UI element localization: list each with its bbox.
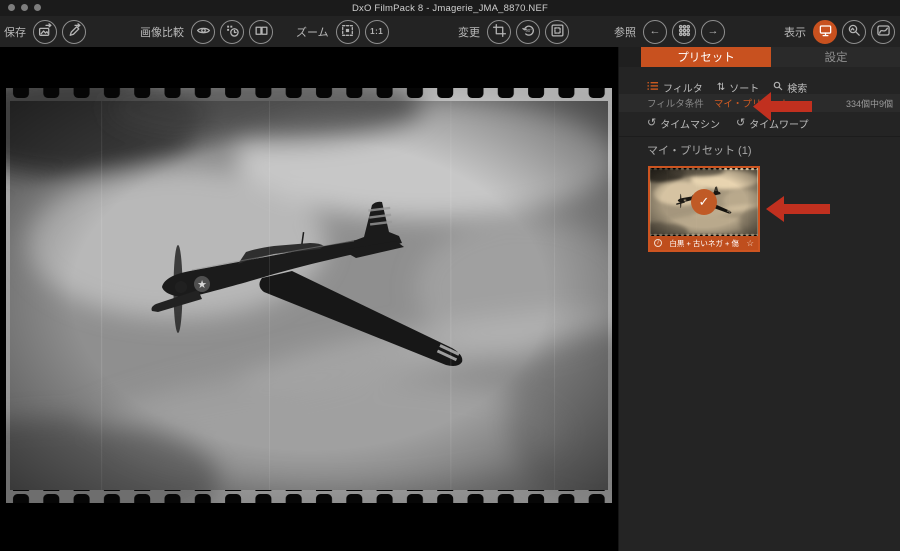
favorite-star-icon[interactable]: ☆	[746, 239, 754, 248]
crop-icon	[492, 23, 507, 41]
frame-button[interactable]	[545, 20, 569, 44]
check-icon: ✓	[699, 194, 710, 210]
time-tools-row: ↺ タイムマシン ↺ タイムワープ	[647, 115, 808, 131]
zoom-group: ズーム 1:1	[296, 16, 389, 47]
browse-group: 参照 ← →	[614, 16, 725, 47]
window-title: DxO FilmPack 8 - Jmagerie_JMA_8870.NEF	[352, 3, 548, 14]
svg-text:90°: 90°	[525, 28, 532, 33]
crop-button[interactable]	[487, 20, 511, 44]
zoom-fit-button[interactable]	[336, 20, 360, 44]
one-to-one-icon: 1:1	[370, 27, 383, 36]
search-icon	[773, 81, 783, 94]
filter-condition-row: フィルタ条件 マイ・プリセット 334個中9個	[619, 94, 900, 112]
modify-group-label: 変更	[458, 24, 480, 40]
search-button[interactable]: 検索	[773, 80, 807, 95]
filter-result-count: 334個中9個	[846, 97, 893, 110]
monitor-icon	[818, 23, 833, 41]
search-label: 検索	[787, 80, 807, 95]
minimize-window-button[interactable]	[21, 4, 28, 11]
title-bar: DxO FilmPack 8 - Jmagerie_JMA_8870.NEF	[0, 0, 900, 16]
filter-list-icon	[647, 81, 659, 94]
loupe-icon	[847, 23, 862, 41]
eye-icon	[196, 23, 211, 41]
display-group-label: 表示	[784, 24, 806, 40]
filter-condition-label: フィルタ条件	[647, 96, 704, 110]
preset-card[interactable]: ✓ i 白黒 + 古いネガ + 傷 ☆	[648, 166, 760, 252]
preset-applied-badge: ✓	[691, 189, 717, 215]
modify-group: 変更 90°	[458, 16, 569, 47]
time-warp-button[interactable]: ↺ タイムワープ	[736, 116, 808, 131]
my-presets-section-title: マイ・プリセット (1)	[647, 142, 752, 158]
side-by-side-icon	[254, 23, 269, 41]
compare-group-label: 画像比較	[140, 24, 184, 40]
film-strip-photo	[6, 88, 612, 503]
main-toolbar: 保存 画像比較	[0, 16, 900, 47]
panel-tab-bar: プリセット 設定	[619, 47, 900, 67]
presets-panel: プリセット 設定 フィルタ ⇅ ソート 検索	[618, 47, 900, 551]
panel-divider	[619, 136, 900, 137]
arrow-right-icon: →	[708, 26, 719, 37]
compare-history-button[interactable]	[220, 20, 244, 44]
filter-menu-button[interactable]: フィルタ	[647, 80, 703, 95]
history-grid-icon	[225, 23, 240, 41]
fit-screen-icon	[340, 23, 355, 41]
export-edit-icon	[67, 23, 82, 41]
image-browser-button[interactable]	[672, 20, 696, 44]
grid-icon	[677, 23, 692, 41]
next-image-button[interactable]: →	[701, 20, 725, 44]
window-controls	[8, 4, 41, 11]
arrow-left-icon: ←	[650, 26, 661, 37]
maximize-window-button[interactable]	[34, 4, 41, 11]
preset-caption-bar: i 白黒 + 古いネガ + 傷 ☆	[650, 236, 758, 250]
export-image-icon	[38, 23, 53, 41]
zoom-group-label: ズーム	[296, 24, 329, 40]
rotate-90-icon: 90°	[521, 23, 536, 41]
rotate-button[interactable]: 90°	[516, 20, 540, 44]
export-edit-button[interactable]	[62, 20, 86, 44]
tab-settings[interactable]: 設定	[771, 47, 900, 67]
compare-side-by-side-button[interactable]	[249, 20, 273, 44]
time-machine-icon: ↺	[647, 118, 656, 129]
filter-menu-label: フィルタ	[663, 80, 703, 95]
save-group-label: 保存	[4, 24, 26, 40]
tab-presets[interactable]: プリセット	[641, 47, 771, 67]
browse-group-label: 参照	[614, 24, 636, 40]
export-image-button[interactable]	[33, 20, 57, 44]
tab-settings-label: 設定	[825, 49, 848, 65]
display-screen-button[interactable]	[813, 20, 837, 44]
compare-group: 画像比較	[140, 16, 273, 47]
sort-icon: ⇅	[717, 82, 725, 93]
time-warp-label: タイムワープ	[749, 116, 808, 131]
tone-curve-icon	[876, 23, 891, 41]
display-loupe-button[interactable]	[842, 20, 866, 44]
display-group: 表示	[784, 16, 895, 47]
sort-menu-label: ソート	[729, 80, 759, 95]
close-window-button[interactable]	[8, 4, 15, 11]
preset-name: 白黒 + 古いネガ + 傷	[665, 238, 743, 249]
frame-icon	[550, 23, 565, 41]
filter-bar: フィルタ ⇅ ソート 検索	[647, 80, 807, 94]
filter-condition-value[interactable]: マイ・プリセット	[714, 96, 790, 110]
previous-image-button[interactable]: ←	[643, 20, 667, 44]
sort-menu-button[interactable]: ⇅ ソート	[717, 80, 759, 95]
time-warp-icon: ↺	[736, 118, 745, 129]
preset-thumbnail: ✓	[650, 168, 758, 236]
display-histogram-button[interactable]	[871, 20, 895, 44]
app-window: ★	[0, 0, 900, 551]
time-machine-button[interactable]: ↺ タイムマシン	[647, 116, 720, 131]
save-group: 保存	[4, 16, 86, 47]
image-canvas[interactable]	[0, 47, 618, 551]
tab-presets-label: プリセット	[677, 49, 735, 65]
zoom-one-to-one-button[interactable]: 1:1	[365, 20, 389, 44]
time-machine-label: タイムマシン	[660, 116, 720, 131]
info-icon[interactable]: i	[654, 239, 662, 247]
compare-preview-button[interactable]	[191, 20, 215, 44]
